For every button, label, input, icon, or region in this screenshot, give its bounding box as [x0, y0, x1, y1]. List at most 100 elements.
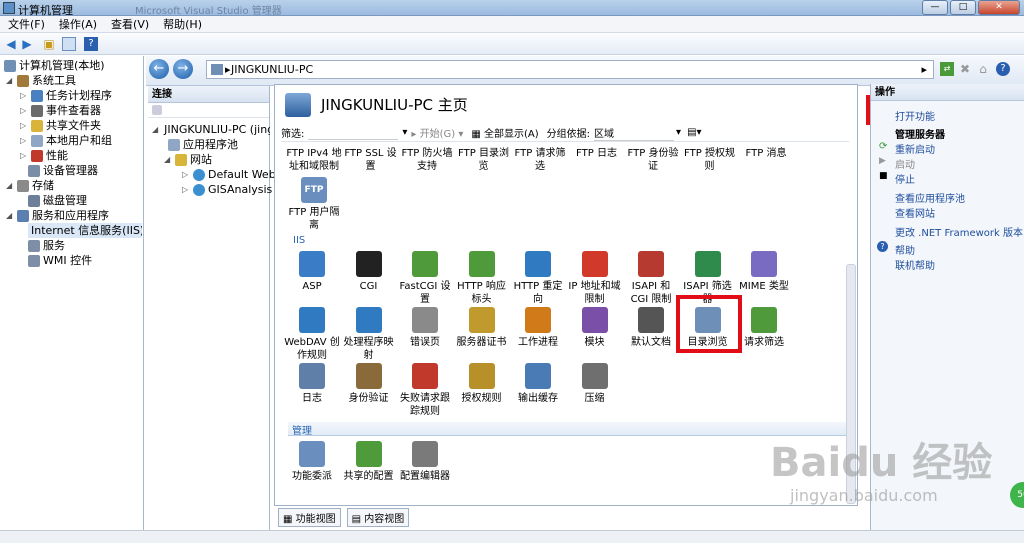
tree-event-viewer[interactable]: ▷ 事件查看器: [20, 103, 101, 118]
tree-services[interactable]: 服务: [28, 238, 65, 253]
feature-server-cert[interactable]: 服务器证书: [453, 307, 511, 349]
tree-local-users[interactable]: ▷ 本地用户和组: [20, 133, 112, 148]
page-title: JINGKUNLIU-PC 主页: [321, 96, 468, 114]
feature-ftp-request-filter[interactable]: FTP 请求筛选: [511, 147, 569, 173]
tree-performance[interactable]: ▷ 性能: [20, 148, 68, 163]
feature-feature-delegation[interactable]: 功能委派: [283, 441, 341, 483]
start-filter-button[interactable]: 开始(G): [420, 129, 456, 140]
conn-server[interactable]: ◢ JINGKUNLIU-PC (jing: [152, 122, 270, 137]
refresh-icon[interactable]: ⇄: [940, 62, 954, 76]
feature-fastcgi[interactable]: FastCGI 设置: [396, 251, 454, 306]
tree-system-tools[interactable]: ◢ 系统工具: [6, 73, 76, 88]
action-help[interactable]: 帮助: [895, 242, 915, 257]
action-start[interactable]: 启动: [895, 156, 915, 171]
feature-logging[interactable]: 日志: [283, 363, 341, 405]
feature-ftp-logging[interactable]: FTP 日志: [568, 147, 626, 160]
tab-content-view[interactable]: ▤ 内容视图: [346, 508, 410, 527]
conn-app-pools[interactable]: 应用程序池: [168, 137, 238, 152]
forward-arrow-icon[interactable]: ▶: [20, 37, 34, 51]
menu-action[interactable]: 操作(A): [59, 16, 97, 32]
action-restart[interactable]: 重新启动: [895, 141, 935, 156]
address-separator[interactable]: ▸: [921, 61, 927, 78]
action-open-feature[interactable]: 打开功能: [895, 108, 935, 123]
feature-ftp-ssl[interactable]: FTP SSL 设置: [342, 147, 400, 173]
tree-device-manager[interactable]: 设备管理器: [28, 163, 98, 178]
action-online-help[interactable]: 联机帮助: [895, 257, 935, 272]
feature-authorization[interactable]: 授权规则: [453, 363, 511, 405]
conn-default-site[interactable]: ▷ Default Web S: [182, 167, 286, 182]
close-button[interactable]: ✕: [978, 0, 1020, 15]
action-change-net[interactable]: 更改 .NET Framework 版本: [895, 224, 1023, 239]
help-icon[interactable]: ?: [84, 37, 98, 51]
feature-request-filter[interactable]: 请求筛选: [735, 307, 793, 349]
forward-button[interactable]: →: [173, 59, 193, 79]
tree-wmi[interactable]: WMI 控件: [28, 253, 92, 268]
menu-file[interactable]: 文件(F): [8, 16, 45, 32]
feature-ftp-dir-browse[interactable]: FTP 目录浏览: [455, 147, 513, 173]
back-arrow-icon[interactable]: ◀: [4, 37, 18, 51]
action-view-app-pools[interactable]: 查看应用程序池: [895, 190, 965, 205]
up-folder-icon[interactable]: ▣: [42, 37, 56, 51]
services-icon: [28, 239, 40, 252]
feature-http-redirect[interactable]: HTTP 重定向: [509, 251, 567, 306]
feature-default-doc[interactable]: 默认文档: [622, 307, 680, 349]
group-dropdown-icon[interactable]: ▾: [676, 127, 681, 138]
feature-ftp-auth[interactable]: FTP 身份验证: [624, 147, 682, 173]
feature-output-cache[interactable]: 输出缓存: [509, 363, 567, 405]
feature-handler-mapping[interactable]: 处理程序映射: [340, 307, 398, 362]
feature-ftp-firewall[interactable]: FTP 防火墙支持: [398, 147, 456, 173]
tree-shared-folders[interactable]: ▷ 共享文件夹: [20, 118, 101, 133]
worker-process-icon: [525, 307, 551, 333]
stop-icon[interactable]: ✖: [958, 62, 972, 76]
conn-gis-site[interactable]: ▷ GISAnalysis: [182, 182, 272, 197]
feature-config-editor[interactable]: 配置编辑器: [396, 441, 454, 483]
feature-webdav[interactable]: WebDAV 创作规则: [283, 307, 341, 362]
back-button[interactable]: ←: [149, 59, 169, 79]
menu-view[interactable]: 查看(V): [111, 16, 149, 32]
tree-services-apps[interactable]: ◢ 服务和应用程序: [6, 208, 109, 223]
connect-icon[interactable]: [152, 105, 162, 115]
tree-task-scheduler[interactable]: ▷ 任务计划程序: [20, 88, 112, 103]
storage-icon: [17, 179, 29, 192]
maximize-button[interactable]: □: [950, 0, 976, 15]
tree-disk-management[interactable]: 磁盘管理: [28, 193, 87, 208]
feature-isapi-cgi[interactable]: ISAPI 和 CGI 限制: [622, 251, 680, 306]
minimize-button[interactable]: —: [922, 0, 948, 15]
feature-ftp-ipv4[interactable]: FTP IPv4 地址和域限制: [285, 147, 343, 173]
tab-features-view[interactable]: ▦ 功能视图: [278, 508, 341, 527]
feature-compression[interactable]: 压缩: [566, 363, 624, 405]
address-bar[interactable]: ▸ JINGKUNLIU-PC ▸: [206, 60, 934, 79]
show-hide-tree-icon[interactable]: [62, 37, 76, 51]
feature-cgi[interactable]: CGI: [340, 251, 398, 293]
feature-failed-request[interactable]: 失败请求跟踪规则: [396, 363, 454, 418]
server-home-icon: [285, 93, 311, 117]
address-path[interactable]: JINGKUNLIU-PC: [231, 63, 313, 76]
group-by-select[interactable]: 区域: [594, 125, 675, 141]
filter-dropdown-icon[interactable]: ▾: [402, 127, 407, 138]
feature-ip-restrict[interactable]: IP 地址和域限制: [566, 251, 624, 306]
feature-shared-config[interactable]: 共享的配置: [340, 441, 398, 483]
home-icon[interactable]: ⌂: [976, 62, 990, 76]
feature-authentication[interactable]: 身份验证: [340, 363, 398, 405]
feature-modules[interactable]: 模块: [566, 307, 624, 349]
menu-help[interactable]: 帮助(H): [163, 16, 202, 32]
feature-ftp-messages[interactable]: FTP 消息: [737, 147, 795, 160]
tree-storage[interactable]: ◢ 存储: [6, 178, 54, 193]
action-stop[interactable]: 停止: [895, 171, 915, 186]
tree-label: 系统工具: [32, 74, 76, 87]
action-view-sites[interactable]: 查看网站: [895, 205, 935, 220]
feature-ftp-user-isolation[interactable]: FTP FTP 用户隔离: [285, 177, 343, 232]
feature-mime[interactable]: MIME 类型: [735, 251, 793, 293]
feature-http-headers[interactable]: HTTP 响应标头: [453, 251, 511, 306]
show-all-button[interactable]: 全部显示(A): [484, 129, 539, 140]
tree-root[interactable]: 计算机管理(本地): [4, 58, 105, 73]
feature-ftp-authz[interactable]: FTP 授权规则: [681, 147, 739, 173]
feature-asp[interactable]: ASP: [283, 251, 341, 293]
conn-sites[interactable]: ◢ 网站: [164, 152, 212, 167]
filter-input[interactable]: [308, 126, 399, 140]
feature-worker-process[interactable]: 工作进程: [509, 307, 567, 349]
tree-iis[interactable]: Internet 信息服务(IIS)管: [28, 223, 142, 238]
feature-error-pages[interactable]: 错误页: [396, 307, 454, 349]
view-mode-icon[interactable]: ▤▾: [687, 127, 701, 138]
help-icon[interactable]: ?: [996, 62, 1010, 76]
